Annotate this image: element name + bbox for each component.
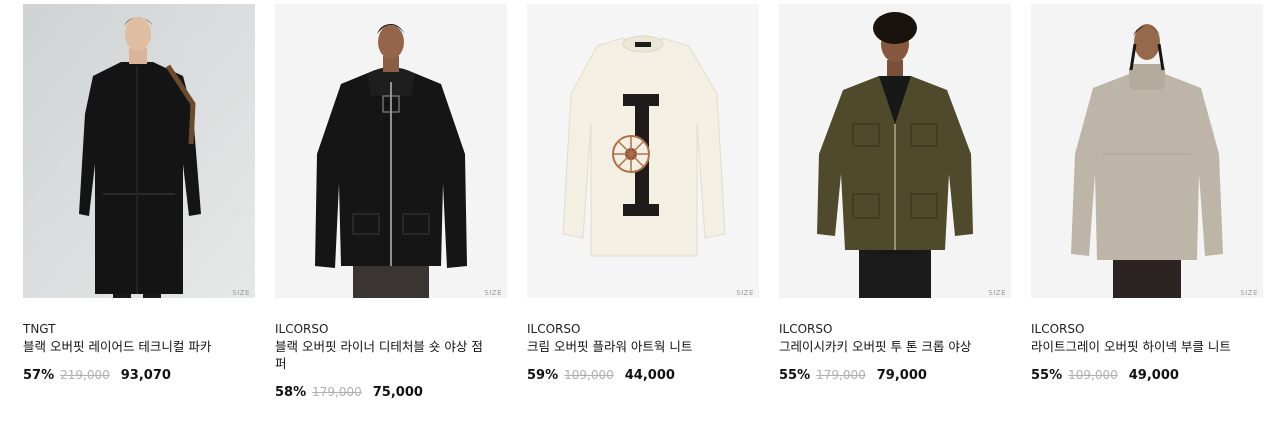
size-label[interactable]: SIZE: [988, 289, 1006, 297]
brand-name[interactable]: ILCORSO: [1031, 322, 1263, 336]
product-photo: [23, 4, 255, 298]
original-price: 109,000: [564, 368, 614, 382]
product-card[interactable]: SIZE ILCORSO 크림 오버핏 플라워 아트웍 니트 59% 109,0…: [527, 4, 759, 384]
original-price: 179,000: [816, 368, 866, 382]
product-image[interactable]: SIZE: [1031, 4, 1263, 298]
size-label[interactable]: SIZE: [1240, 289, 1258, 297]
original-price: 179,000: [312, 385, 362, 399]
product-image[interactable]: SIZE: [527, 4, 759, 298]
product-photo: [1031, 4, 1263, 298]
original-price: 219,000: [60, 368, 110, 382]
product-image[interactable]: SIZE: [779, 4, 1011, 298]
price-row: 57% 219,000 93,070: [23, 367, 255, 384]
sale-price: 79,000: [876, 368, 927, 383]
discount-rate: 55%: [779, 368, 811, 383]
product-image[interactable]: SIZE: [275, 4, 507, 298]
product-photo: [527, 4, 759, 298]
sale-price: 44,000: [624, 368, 675, 383]
size-label[interactable]: SIZE: [484, 289, 502, 297]
discount-rate: 55%: [1031, 368, 1063, 383]
product-photo: [779, 4, 1011, 298]
discount-rate: 57%: [23, 368, 55, 383]
product-grid: SIZE TNGT 블랙 오버핏 레이어드 테크니컬 파카 57% 219,00…: [0, 0, 1265, 421]
sale-price: 49,000: [1128, 368, 1179, 383]
size-label[interactable]: SIZE: [232, 289, 250, 297]
price-row: 55% 109,000 49,000: [1031, 367, 1263, 384]
size-label[interactable]: SIZE: [736, 289, 754, 297]
product-title[interactable]: 블랙 오버핏 레이어드 테크니컬 파카: [23, 338, 238, 355]
brand-name[interactable]: TNGT: [23, 322, 255, 336]
product-title[interactable]: 블랙 오버핏 라이너 디테처블 숏 야상 점퍼: [275, 338, 490, 372]
price-row: 55% 179,000 79,000: [779, 367, 1011, 384]
price-row: 58% 179,000 75,000: [275, 384, 507, 401]
brand-name[interactable]: ILCORSO: [779, 322, 1011, 336]
product-card[interactable]: SIZE ILCORSO 블랙 오버핏 라이너 디테처블 숏 야상 점퍼 58%…: [275, 4, 507, 401]
product-card[interactable]: SIZE ILCORSO 라이트그레이 오버핏 하이넥 부클 니트 55% 10…: [1031, 4, 1263, 384]
sale-price: 75,000: [372, 385, 423, 400]
product-title[interactable]: 그레이시카키 오버핏 투 톤 크롭 야상: [779, 338, 994, 355]
original-price: 109,000: [1068, 368, 1118, 382]
brand-name[interactable]: ILCORSO: [527, 322, 759, 336]
price-row: 59% 109,000 44,000: [527, 367, 759, 384]
discount-rate: 59%: [527, 368, 559, 383]
discount-rate: 58%: [275, 385, 307, 400]
product-card[interactable]: SIZE TNGT 블랙 오버핏 레이어드 테크니컬 파카 57% 219,00…: [23, 4, 255, 384]
product-title[interactable]: 라이트그레이 오버핏 하이넥 부클 니트: [1031, 338, 1246, 355]
brand-name[interactable]: ILCORSO: [275, 322, 507, 336]
product-image[interactable]: SIZE: [23, 4, 255, 298]
sale-price: 93,070: [120, 368, 171, 383]
product-card[interactable]: SIZE ILCORSO 그레이시카키 오버핏 투 톤 크롭 야상 55% 17…: [779, 4, 1011, 384]
product-title[interactable]: 크림 오버핏 플라워 아트웍 니트: [527, 338, 742, 355]
product-photo: [275, 4, 507, 298]
